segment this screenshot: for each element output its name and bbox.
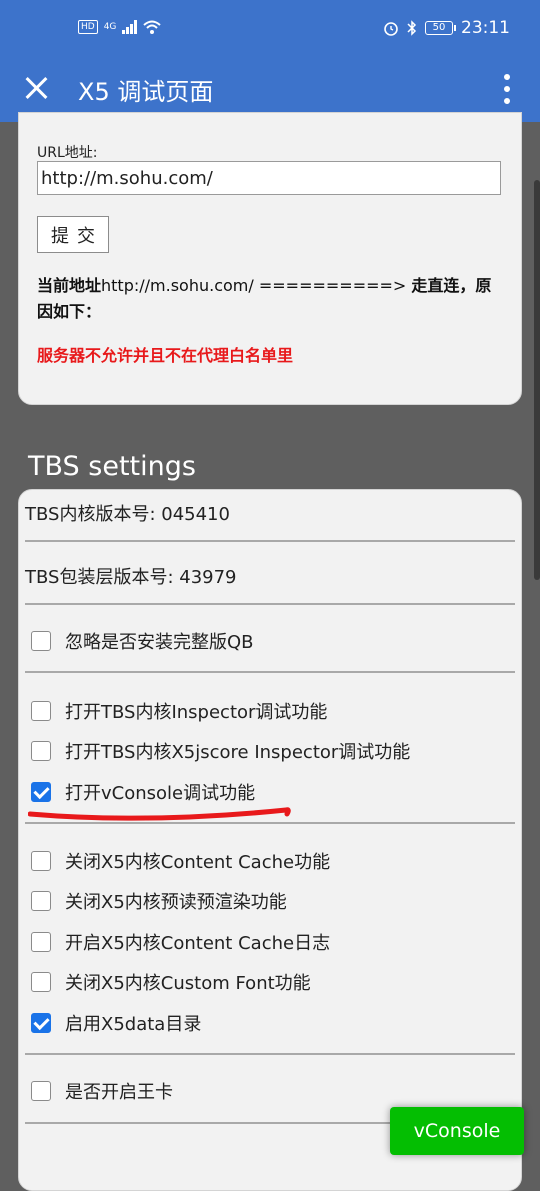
option-label: 启用X5data目录 [65, 1014, 202, 1035]
option-label: 关闭X5内核Custom Font功能 [65, 973, 311, 994]
alarm-icon [384, 22, 398, 36]
tbs-core-version: TBS内核版本号: 045410 [25, 504, 230, 525]
scrollbar[interactable] [534, 180, 540, 580]
current-address-text: 当前地址http://m.sohu.com/ ==========> 走直连，原… [37, 273, 505, 325]
submit-button[interactable]: 提交 [37, 216, 109, 253]
vconsole-button[interactable]: vConsole [390, 1107, 524, 1155]
status-right: 50 23:11 [383, 18, 510, 38]
more-menu-icon[interactable] [502, 72, 512, 104]
clock: 23:11 [461, 18, 510, 38]
url-card: URL地址: 提交 当前地址http://m.sohu.com/ =======… [18, 112, 522, 405]
tbs-settings-heading: TBS settings [28, 451, 196, 482]
option-x5data[interactable]: 启用X5data目录 [31, 1010, 201, 1036]
annotation-underline [28, 807, 291, 821]
bluetooth-icon [407, 20, 417, 36]
checkbox-checked[interactable] [31, 782, 51, 802]
tbs-settings-card: TBS内核版本号: 045410 TBS包装层版本号: 43979 忽略是否安装… [18, 489, 522, 1191]
tbs-sdk-version: TBS包装层版本号: 43979 [25, 567, 237, 588]
checkbox[interactable] [31, 891, 51, 911]
current-address-url: http://m.sohu.com/ [101, 276, 254, 295]
checkbox[interactable] [31, 741, 51, 761]
option-ignore-qb[interactable]: 忽略是否安装完整版QB [31, 628, 254, 654]
option-label: 打开TBS内核Inspector调试功能 [65, 702, 328, 723]
current-address-arrow: ==========> [253, 276, 412, 295]
option-custom-font[interactable]: 关闭X5内核Custom Font功能 [31, 969, 311, 995]
option-inspector[interactable]: 打开TBS内核Inspector调试功能 [31, 698, 327, 724]
option-label: 开启X5内核Content Cache日志 [65, 933, 331, 954]
option-content-cache[interactable]: 关闭X5内核Content Cache功能 [31, 848, 330, 874]
signal-icon [122, 20, 138, 34]
checkbox[interactable] [31, 932, 51, 952]
page-title: X5 调试页面 [78, 78, 214, 106]
option-cache-log[interactable]: 开启X5内核Content Cache日志 [31, 929, 330, 955]
hd-badge: HD [78, 20, 98, 34]
option-jscore-inspector[interactable]: 打开TBS内核X5jscore Inspector调试功能 [31, 738, 410, 764]
option-label: 关闭X5内核预读预渲染功能 [65, 892, 287, 913]
option-label: 打开TBS内核X5jscore Inspector调试功能 [65, 742, 411, 763]
option-label: 忽略是否安装完整版QB [65, 632, 254, 653]
divider [25, 603, 515, 605]
option-preload[interactable]: 关闭X5内核预读预渲染功能 [31, 888, 287, 914]
close-button[interactable] [22, 74, 50, 102]
checkbox[interactable] [31, 851, 51, 871]
option-label: 是否开启王卡 [65, 1082, 173, 1103]
current-address-prefix: 当前地址 [37, 276, 102, 295]
battery-icon: 50 [425, 21, 456, 35]
divider [25, 1053, 515, 1055]
option-label: 关闭X5内核Content Cache功能 [65, 852, 331, 873]
checkbox-checked[interactable] [31, 1013, 51, 1033]
option-wangka[interactable]: 是否开启王卡 [31, 1078, 173, 1104]
url-label: URL地址: [37, 145, 98, 161]
network-label: 4G [103, 22, 117, 32]
divider [25, 671, 515, 673]
checkbox[interactable] [31, 631, 51, 651]
error-message: 服务器不允许并且不在代理白名单里 [37, 346, 294, 365]
wifi-icon [143, 20, 162, 34]
divider [25, 540, 515, 542]
checkbox[interactable] [31, 972, 51, 992]
checkbox[interactable] [31, 701, 51, 721]
checkbox[interactable] [31, 1081, 51, 1101]
status-left: HD 4G [78, 20, 162, 34]
url-input[interactable] [37, 161, 501, 195]
status-bar: HD 4G 50 23:11 [0, 0, 540, 62]
